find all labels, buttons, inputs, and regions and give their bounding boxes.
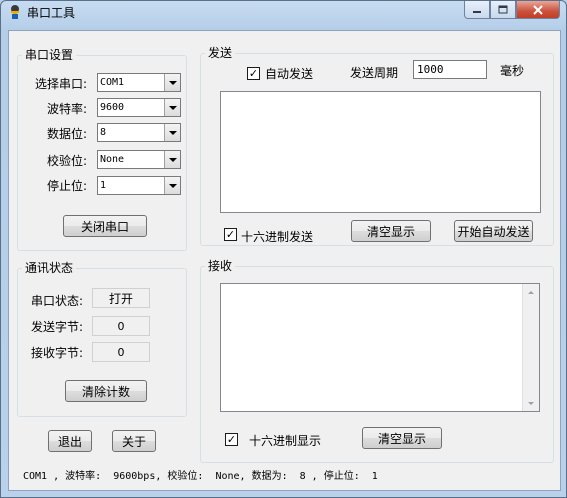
check-icon: ✓	[225, 228, 236, 241]
hex-display-checkbox[interactable]: ✓	[225, 433, 238, 446]
databits-select-value: 8	[100, 127, 107, 138]
baud-select-value: 9600	[100, 102, 125, 113]
port-select-value: COM1	[100, 77, 125, 88]
port-select[interactable]: COM1	[97, 73, 181, 92]
main-window: 串口工具 串口设置 选择串口: COM1 波特率: 9600 数据位: 8 校验…	[0, 0, 567, 498]
app-icon	[11, 5, 19, 19]
received-bytes-value: 0	[92, 342, 150, 362]
parity-select-value: None	[100, 154, 125, 165]
status-label-received: 接收字节:	[31, 346, 84, 360]
client-area: 串口设置 选择串口: COM1 波特率: 9600 数据位: 8 校验位: No…	[8, 30, 561, 491]
clear-count-button[interactable]: 清除计数	[65, 380, 147, 402]
sent-bytes-value: 0	[92, 316, 150, 336]
maximize-button[interactable]	[490, 1, 516, 19]
chevron-down-icon[interactable]	[164, 74, 180, 91]
maximize-icon	[498, 5, 508, 14]
period-label: 发送周期	[350, 66, 399, 80]
field-label-stopbits: 停止位:	[47, 179, 88, 193]
title-bar: 串口工具	[1, 1, 566, 23]
baud-select[interactable]: 9600	[97, 98, 181, 117]
status-line: COM1 , 波特率: 9600bps, 校验位: None, 数据为: 8 ,…	[23, 471, 378, 482]
period-input[interactable]: 1000	[413, 60, 487, 79]
window-title: 串口工具	[27, 6, 76, 20]
field-label-parity: 校验位:	[47, 154, 88, 168]
about-button[interactable]: 关于	[112, 430, 156, 452]
send-textarea[interactable]	[220, 91, 541, 213]
receive-clear-button[interactable]: 清空显示	[362, 427, 442, 449]
chevron-down-icon[interactable]	[164, 151, 180, 168]
send-clear-button[interactable]: 清空显示	[351, 220, 431, 242]
status-label-sent: 发送字节:	[31, 320, 84, 334]
period-unit: 毫秒	[500, 64, 525, 78]
scroll-up-icon[interactable]	[523, 284, 539, 300]
receive-scrollbar[interactable]	[522, 284, 539, 411]
databits-select[interactable]: 8	[97, 123, 181, 142]
chevron-down-icon[interactable]	[164, 124, 180, 141]
field-label-databits: 数据位:	[47, 127, 88, 141]
exit-button[interactable]: 退出	[48, 430, 92, 452]
receive-textarea[interactable]	[220, 283, 540, 412]
port-settings-legend: 串口设置	[25, 48, 74, 62]
field-label-port: 选择串口:	[35, 77, 88, 91]
close-port-button[interactable]: 关闭串口	[63, 215, 147, 237]
stopbits-select[interactable]: 1	[97, 176, 181, 195]
parity-select[interactable]: None	[97, 150, 181, 169]
auto-send-label: 自动发送	[265, 67, 314, 81]
hex-send-label: 十六进制发送	[241, 230, 314, 244]
minimize-button[interactable]	[464, 1, 490, 19]
hex-send-checkbox[interactable]: ✓	[224, 228, 237, 241]
close-icon	[533, 4, 543, 15]
hex-display-label: 十六进制显示	[249, 434, 322, 448]
status-label-port: 串口状态:	[31, 294, 84, 308]
check-icon: ✓	[248, 67, 259, 80]
stopbits-select-value: 1	[100, 180, 107, 191]
field-label-baud: 波特率:	[47, 102, 88, 116]
receive-legend: 接收	[208, 259, 233, 273]
comm-status-legend: 通讯状态	[25, 261, 74, 275]
close-button[interactable]	[516, 1, 560, 19]
scroll-down-icon[interactable]	[523, 395, 539, 411]
chevron-down-icon[interactable]	[164, 177, 180, 194]
chevron-down-icon[interactable]	[164, 99, 180, 116]
minimize-icon	[473, 10, 481, 13]
auto-send-checkbox[interactable]: ✓	[247, 67, 260, 80]
send-legend: 发送	[208, 46, 233, 60]
start-auto-send-button[interactable]: 开始自动发送	[454, 220, 533, 242]
port-status-value: 打开	[92, 288, 150, 308]
check-icon: ✓	[226, 433, 237, 446]
